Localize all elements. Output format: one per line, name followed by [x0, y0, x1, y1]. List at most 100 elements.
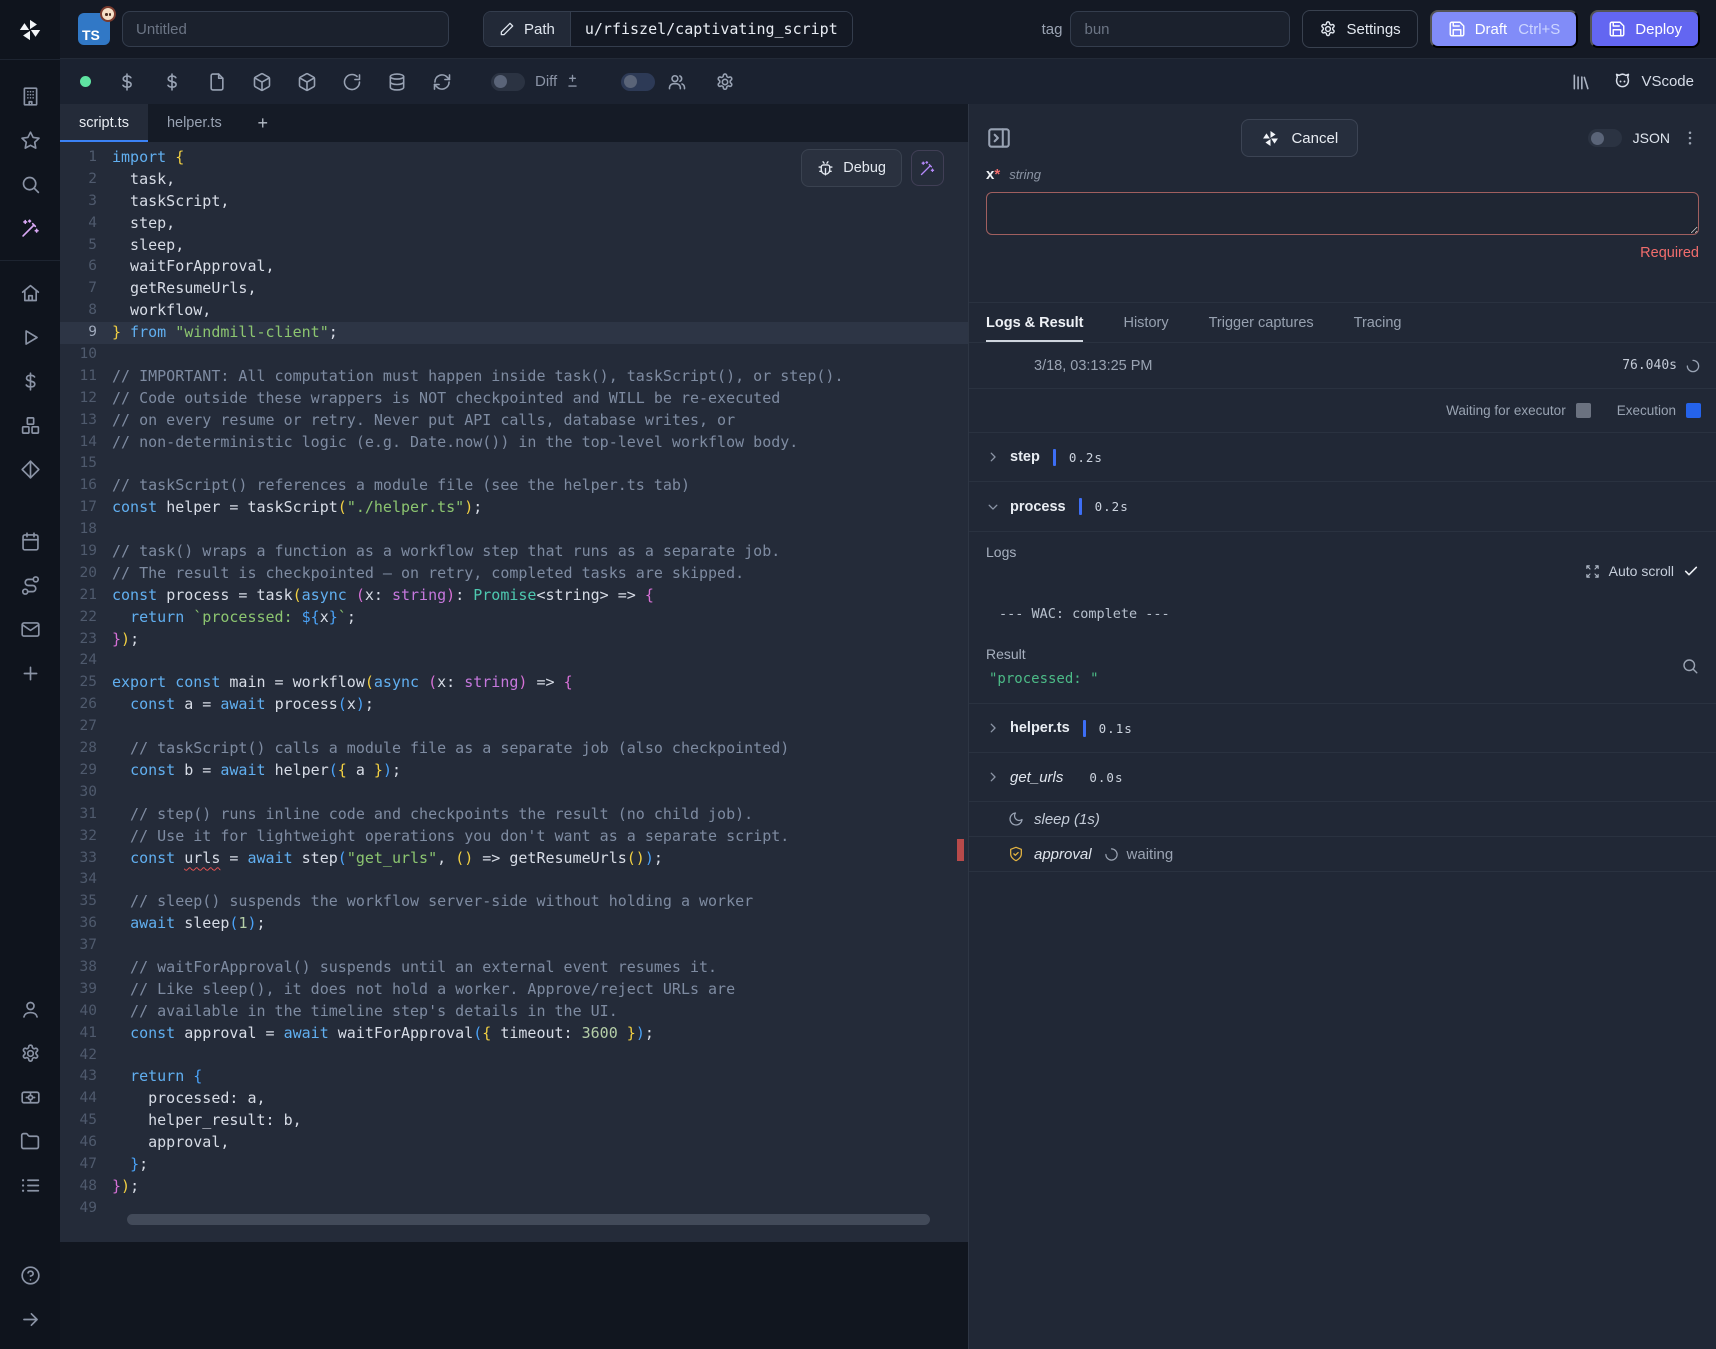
code-line[interactable]: 40 // available in the timeline step's d…: [60, 1001, 968, 1023]
sidebar-item-audit-logs[interactable]: [12, 1163, 48, 1207]
code-line[interactable]: 42: [60, 1045, 968, 1067]
sidebar-item-inbox[interactable]: [12, 607, 48, 651]
sidebar-item-search[interactable]: [12, 162, 48, 206]
code-line[interactable]: 29 const b = await helper({ a });: [60, 760, 968, 782]
users-icon[interactable]: [667, 72, 687, 92]
magnifier-icon[interactable]: [1681, 657, 1699, 675]
vscode-button[interactable]: VScode: [1613, 72, 1694, 91]
debug-button[interactable]: Debug: [801, 149, 902, 187]
code-line[interactable]: 35 // sleep() suspends the workflow serv…: [60, 891, 968, 913]
code-line[interactable]: 24: [60, 650, 968, 672]
sidebar-item-runs[interactable]: [12, 315, 48, 359]
code-line[interactable]: 13// on every resume or retry. Never put…: [60, 410, 968, 432]
tab-helper-ts[interactable]: helper.ts: [148, 104, 241, 142]
diff-toggle[interactable]: [491, 73, 525, 91]
sidebar-item-resources[interactable]: [12, 403, 48, 447]
code-line[interactable]: 34: [60, 869, 968, 891]
code-line[interactable]: 44 processed: a,: [60, 1088, 968, 1110]
code-line[interactable]: 15: [60, 453, 968, 475]
sidebar-item-variables[interactable]: [12, 359, 48, 403]
library-icon[interactable]: [1571, 72, 1591, 92]
code-line[interactable]: 45 helper_result: b,: [60, 1110, 968, 1132]
database-icon[interactable]: [387, 72, 407, 92]
code-lines[interactable]: 1import {2 task,3 taskScript,4 step,5 sl…: [60, 142, 968, 1220]
code-line[interactable]: 5 sleep,: [60, 235, 968, 257]
code-line[interactable]: 20// The result is checkpointed – on ret…: [60, 563, 968, 585]
script-file-icon[interactable]: [207, 72, 227, 92]
sidebar-item-ai[interactable]: [12, 206, 48, 250]
tab-script-ts[interactable]: script.ts: [60, 104, 148, 142]
package-icon[interactable]: [297, 72, 317, 92]
tab-history[interactable]: History: [1123, 303, 1168, 342]
deploy-button[interactable]: Deploy: [1590, 10, 1700, 48]
script-name-input[interactable]: [122, 11, 449, 47]
code-line[interactable]: 27: [60, 716, 968, 738]
sidebar-item-users[interactable]: [12, 987, 48, 1031]
arg-x-input[interactable]: [986, 192, 1699, 235]
code-line[interactable]: 10: [60, 344, 968, 366]
resources-icon[interactable]: [162, 72, 182, 92]
tab-tracing[interactable]: Tracing: [1354, 303, 1402, 342]
sidebar-item-assets[interactable]: [12, 447, 48, 491]
sidebar-item-help[interactable]: [12, 1253, 48, 1297]
kebab-menu-icon[interactable]: [1681, 129, 1699, 147]
step-row-process[interactable]: process 0.2s: [969, 482, 1716, 531]
code-line[interactable]: 41 const approval = await waitForApprova…: [60, 1023, 968, 1045]
variables-icon[interactable]: [117, 72, 137, 92]
code-line[interactable]: 37: [60, 935, 968, 957]
package-icon[interactable]: [252, 72, 272, 92]
cancel-run-button[interactable]: Cancel: [1241, 119, 1358, 157]
code-line[interactable]: 46 approval,: [60, 1132, 968, 1154]
code-line[interactable]: 4 step,: [60, 213, 968, 235]
sidebar-item-folders[interactable]: [12, 1119, 48, 1163]
gear-icon[interactable]: [715, 72, 735, 92]
code-line[interactable]: 30: [60, 782, 968, 804]
expand-icon[interactable]: [1585, 564, 1600, 579]
code-line[interactable]: 31 // step() runs inline code and checkp…: [60, 804, 968, 826]
code-line[interactable]: 11// IMPORTANT: All computation must hap…: [60, 366, 968, 388]
substep-row-sleep[interactable]: sleep (1s): [969, 802, 1716, 837]
sidebar-item-settings[interactable]: [12, 1031, 48, 1075]
code-line[interactable]: 12// Code outside these wrappers is NOT …: [60, 388, 968, 410]
step-row-step[interactable]: step 0.2s: [969, 433, 1716, 482]
code-line[interactable]: 48});: [60, 1176, 968, 1198]
code-line[interactable]: 25export const main = workflow(async (x:…: [60, 672, 968, 694]
code-line[interactable]: 3 taskScript,: [60, 191, 968, 213]
sidebar-item-schedules[interactable]: [12, 519, 48, 563]
horizontal-scrollbar[interactable]: [127, 1214, 930, 1225]
draft-button[interactable]: Draft Ctrl+S: [1430, 10, 1579, 48]
sidebar-item-add[interactable]: [12, 651, 48, 695]
substep-row-approval[interactable]: approval waiting: [969, 837, 1716, 872]
code-line[interactable]: 6 waitForApproval,: [60, 256, 968, 278]
sidebar-item-favorites[interactable]: [12, 118, 48, 162]
code-line[interactable]: 19// task() wraps a function as a workfl…: [60, 541, 968, 563]
code-line[interactable]: 16// taskScript() references a module fi…: [60, 475, 968, 497]
path-edit-button[interactable]: Path: [484, 12, 570, 46]
code-line[interactable]: 39 // Like sleep(), it does not hold a w…: [60, 979, 968, 1001]
code-line[interactable]: 9} from "windmill-client";: [60, 322, 968, 344]
code-line[interactable]: 33 const urls = await step("get_urls", (…: [60, 848, 968, 870]
code-line[interactable]: 38 // waitForApproval() suspends until a…: [60, 957, 968, 979]
sidebar-item-workers[interactable]: [12, 1075, 48, 1119]
sidebar-item-triggers[interactable]: [12, 563, 48, 607]
code-editor[interactable]: 1import {2 task,3 taskScript,4 step,5 sl…: [60, 142, 968, 1242]
step-row-helper[interactable]: helper.ts 0.1s: [969, 704, 1716, 753]
code-line[interactable]: 23});: [60, 629, 968, 651]
sidebar-item-home[interactable]: [12, 271, 48, 315]
code-line[interactable]: 14// non-deterministic logic (e.g. Date.…: [60, 432, 968, 454]
ai-assistant-button[interactable]: [911, 150, 944, 186]
code-line[interactable]: 36 await sleep(1);: [60, 913, 968, 935]
code-line[interactable]: 18: [60, 519, 968, 541]
add-tab-button[interactable]: +: [241, 104, 285, 142]
code-line[interactable]: 26 const a = await process(x);: [60, 694, 968, 716]
sidebar-expand[interactable]: [12, 1297, 48, 1341]
code-line[interactable]: 32 // Use it for lightweight operations …: [60, 826, 968, 848]
windmill-logo[interactable]: [0, 0, 60, 60]
run-summary-row[interactable]: 3/18, 03:13:25 PM 76.040s: [969, 343, 1716, 389]
sidebar-item-workspace[interactable]: [12, 74, 48, 118]
check-icon[interactable]: [1683, 563, 1699, 579]
tag-input[interactable]: [1070, 11, 1290, 47]
json-toggle[interactable]: [1588, 129, 1622, 147]
settings-button[interactable]: Settings: [1302, 10, 1417, 48]
code-line[interactable]: 8 workflow,: [60, 300, 968, 322]
